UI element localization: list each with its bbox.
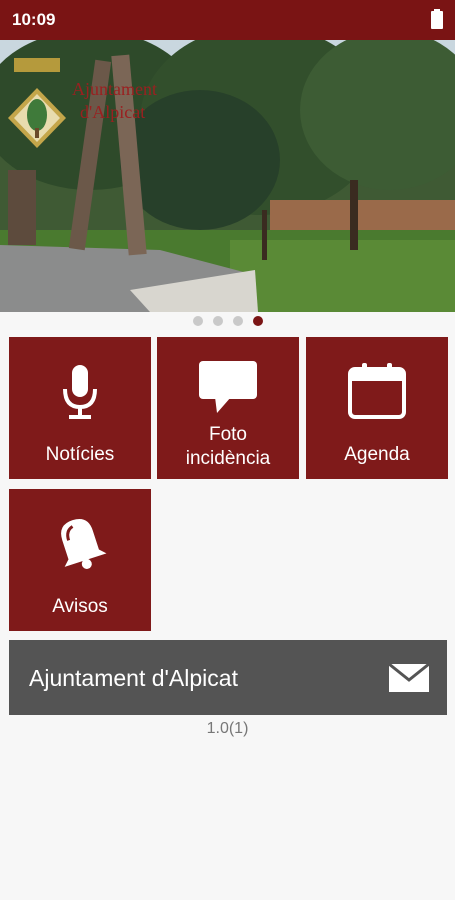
logo-lettering: Ajuntament (72, 79, 157, 99)
carousel-indicator (0, 316, 455, 330)
tile-avisos[interactable]: Avisos (9, 489, 151, 631)
battery-icon (431, 9, 443, 29)
contact-bar[interactable]: Ajuntament d'Alpicat (9, 640, 447, 715)
carousel-dot-active[interactable] (252, 316, 263, 326)
tile-noticies[interactable]: Notícies (9, 337, 151, 479)
bell-icon (9, 513, 151, 571)
mail-icon[interactable] (388, 662, 430, 697)
status-time: 10:09 (12, 10, 56, 29)
tile-label-line1: Foto (208, 424, 248, 445)
speech-bubble-icon (157, 361, 299, 413)
status-bar: 10:09 (0, 0, 455, 40)
tile-label-line2: incidència (185, 448, 271, 469)
tile-label: Agenda (344, 444, 410, 465)
banner-image[interactable]: Ajuntament d'Alpicat (0, 40, 455, 312)
carousel-dot[interactable] (232, 316, 243, 326)
logo-lettering-2: d'Alpicat (80, 102, 145, 122)
microphone-icon (9, 365, 151, 421)
tile-label: Notícies (45, 444, 115, 465)
app-version: 1.0(1) (206, 720, 249, 737)
tile-foto-incidencia[interactable]: Foto incidència (157, 337, 299, 479)
tile-label: Avisos (52, 596, 108, 617)
contact-name: Ajuntament d'Alpicat (29, 665, 238, 691)
tile-agenda[interactable]: Agenda (306, 337, 448, 479)
carousel-dot[interactable] (192, 316, 203, 326)
carousel-dot[interactable] (212, 316, 223, 326)
calendar-icon (306, 363, 448, 419)
